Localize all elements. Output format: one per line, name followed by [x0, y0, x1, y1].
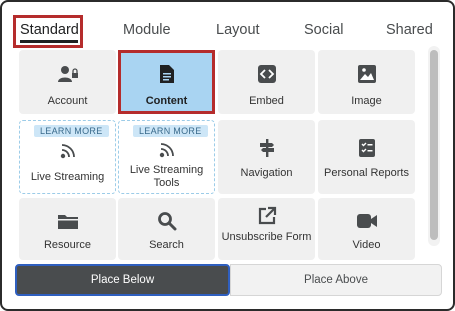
tile-live-streaming[interactable]: LEARN MORE Live Streaming [19, 120, 116, 194]
tab-shared[interactable]: Shared [386, 22, 433, 38]
grid-scrollbar[interactable] [428, 46, 440, 246]
tile-search[interactable]: Search [118, 198, 215, 260]
tile-label: Live Streaming Tools [129, 164, 204, 189]
tile-label: Personal Reports [324, 167, 409, 179]
tile-label: Live Streaming [30, 171, 105, 183]
tile-account[interactable]: Account [19, 50, 116, 114]
tab-layout[interactable]: Layout [216, 22, 260, 38]
place-above-button[interactable]: Place Above [230, 264, 442, 296]
tile-live-streaming-tools[interactable]: LEARN MORE Live Streaming Tools [118, 120, 215, 194]
tile-label: Search [149, 239, 184, 251]
account-icon [57, 64, 79, 84]
category-tabs: Standard Module Layout Social Shared [2, 2, 453, 48]
tile-label: Embed [249, 95, 284, 107]
tile-embed[interactable]: Embed [218, 50, 315, 114]
block-grid: Account Content Embed Image LEARN MORE L… [16, 46, 417, 260]
tile-label: Navigation [240, 167, 293, 179]
tile-resource[interactable]: Resource [19, 198, 116, 260]
embed-code-icon [256, 64, 278, 84]
tile-label: Image [351, 95, 382, 107]
scrollbar-thumb[interactable] [430, 50, 438, 240]
learn-more-badge[interactable]: LEARN MORE [34, 125, 109, 137]
tile-personal-reports[interactable]: Personal Reports [318, 120, 415, 194]
tile-label: Account [47, 95, 88, 107]
document-icon [156, 64, 178, 84]
tile-label: Unsubscribe Form [221, 231, 312, 243]
tile-video[interactable]: Video [318, 198, 415, 260]
tile-content[interactable]: Content [118, 50, 215, 114]
place-below-button[interactable]: Place Below [15, 264, 230, 296]
checklist-icon [356, 138, 378, 158]
folder-icon [57, 211, 79, 231]
image-icon [356, 64, 378, 84]
tab-highlight-box [13, 15, 83, 48]
learn-more-badge[interactable]: LEARN MORE [133, 125, 208, 137]
tile-navigation[interactable]: Navigation [218, 120, 315, 194]
tab-module[interactable]: Module [123, 22, 171, 38]
tile-image[interactable]: Image [318, 50, 415, 114]
block-picker-panel: Standard Module Layout Social Shared Acc… [0, 0, 455, 311]
signpost-icon [256, 138, 278, 158]
search-icon [156, 211, 178, 231]
video-camera-icon [356, 211, 378, 231]
tile-label: Video [352, 239, 381, 251]
broadcast-icon [57, 141, 79, 161]
tile-label: Resource [43, 239, 92, 251]
external-link-icon [256, 206, 278, 226]
tile-unsubscribe-form[interactable]: Unsubscribe Form [218, 198, 315, 260]
tab-social[interactable]: Social [304, 22, 344, 38]
broadcast-icon [156, 140, 178, 160]
tile-label: Content [145, 95, 188, 107]
